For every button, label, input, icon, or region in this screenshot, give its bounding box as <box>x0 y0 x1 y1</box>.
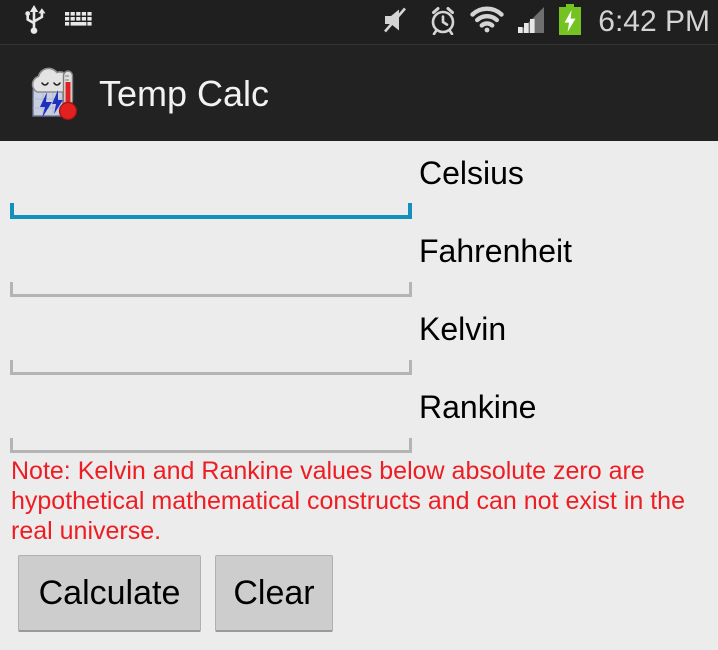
main-content: Celsius Fahrenheit Kelvin Rankine Note: … <box>0 141 718 650</box>
field-row-rankine: Rankine <box>0 375 718 453</box>
celsius-input[interactable] <box>14 165 708 209</box>
clear-button[interactable]: Clear <box>215 555 333 632</box>
app-title: Temp Calc <box>99 73 270 114</box>
button-bar: Calculate Clear <box>0 555 718 635</box>
wifi-icon <box>470 6 504 38</box>
field-row-fahrenheit: Fahrenheit <box>0 219 718 297</box>
rankine-input[interactable] <box>14 399 708 443</box>
field-row-kelvin: Kelvin <box>0 297 718 375</box>
fahrenheit-label: Fahrenheit <box>419 233 572 269</box>
kelvin-input[interactable] <box>14 321 708 365</box>
phone-screen: 6:42 PM Temp Calc Celsius Fahrenheit Kel… <box>0 0 718 650</box>
status-clock: 6:42 PM <box>598 5 710 38</box>
rankine-label: Rankine <box>419 389 537 425</box>
kelvin-label: Kelvin <box>419 311 507 347</box>
fahrenheit-input[interactable] <box>14 243 708 287</box>
volume-mute-icon <box>382 6 416 39</box>
status-bar-right-icons: 6:42 PM <box>382 0 710 44</box>
calculate-button[interactable]: Calculate <box>18 555 201 632</box>
status-bar-left-icons <box>22 0 96 44</box>
absolute-zero-note: Note: Kelvin and Rankine values below ab… <box>11 457 685 545</box>
alarm-clock-icon <box>428 5 458 40</box>
keyboard-icon <box>64 9 96 36</box>
celsius-label: Celsius <box>419 155 524 191</box>
battery-charging-icon <box>558 3 582 41</box>
field-row-celsius: Celsius <box>0 141 718 219</box>
cellular-signal-icon <box>516 6 546 39</box>
status-bar: 6:42 PM <box>0 0 718 45</box>
usb-icon <box>22 4 46 40</box>
cloud-lightning-thermometer-icon <box>25 66 85 122</box>
action-bar: Temp Calc <box>0 45 718 141</box>
